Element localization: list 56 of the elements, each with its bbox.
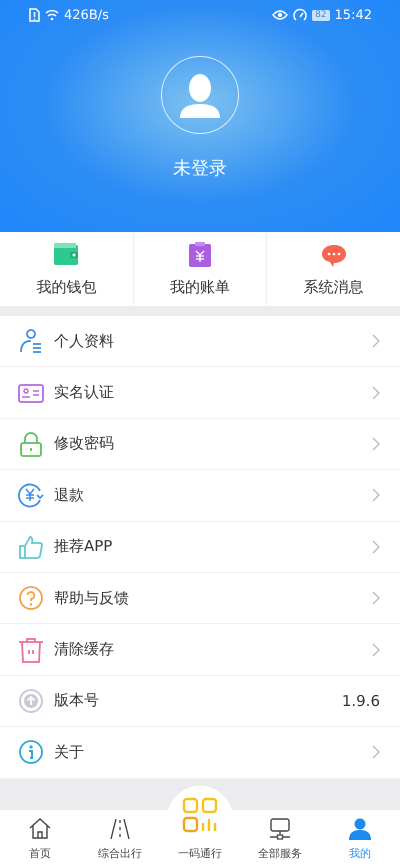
person-list-icon xyxy=(18,328,44,354)
qr-code-icon xyxy=(182,797,218,833)
menu-label: 版本号 xyxy=(54,691,100,710)
tab-item[interactable]: 我的 xyxy=(320,810,400,866)
menu-label: 个人资料 xyxy=(54,332,115,351)
monitor-icon xyxy=(268,817,292,841)
menu-item[interactable]: 版本号 1.9.6 xyxy=(0,676,400,728)
question-icon xyxy=(18,585,44,612)
chevron-right-icon xyxy=(372,488,380,502)
network-speed: 426B/s xyxy=(64,8,109,22)
menu-item[interactable]: 退款 xyxy=(0,470,400,522)
wifi-icon xyxy=(45,9,59,21)
chevron-right-icon xyxy=(372,386,380,400)
chevron-right-icon xyxy=(372,436,380,451)
menu-item[interactable]: 个人资料 xyxy=(0,316,400,368)
thumbs-up-icon xyxy=(18,534,44,560)
road-icon xyxy=(108,817,132,841)
person-icon xyxy=(178,72,222,118)
info-icon xyxy=(18,739,44,766)
eye-icon xyxy=(272,9,288,21)
login-status: 未登录 xyxy=(173,157,227,180)
menu-item[interactable]: 修改密码 xyxy=(0,418,400,470)
menu-item[interactable]: 推荐APP xyxy=(0,522,400,573)
menu-label: 推荐APP xyxy=(54,537,114,556)
menu-item[interactable]: 清除缓存 xyxy=(0,624,400,676)
version-number: 1.9.6 xyxy=(342,692,380,710)
chevron-right-icon xyxy=(372,642,380,657)
chevron-right-icon xyxy=(372,745,380,760)
tab-item[interactable]: 全部服务 xyxy=(240,810,320,866)
speedometer-icon xyxy=(293,8,308,22)
person-icon xyxy=(348,817,372,841)
wallet-icon xyxy=(53,242,80,268)
chevron-right-icon xyxy=(372,334,380,348)
house-icon xyxy=(28,817,52,841)
menu-label: 实名认证 xyxy=(54,383,115,402)
menu-item[interactable]: 关于 xyxy=(0,727,400,779)
menu-item[interactable]: 实名认证 xyxy=(0,367,400,419)
chevron-right-icon xyxy=(372,591,380,606)
yen-refund-icon xyxy=(18,482,44,508)
sim-alert-icon xyxy=(28,8,40,22)
menu-label: 清除缓存 xyxy=(54,640,115,660)
trash-icon xyxy=(18,636,44,663)
menu-item[interactable]: 帮助与反馈 xyxy=(0,572,400,624)
bill-icon xyxy=(187,242,213,268)
chevron-right-icon xyxy=(372,540,380,554)
battery-level: 82 xyxy=(312,10,330,20)
avatar-circle[interactable] xyxy=(161,56,239,134)
tab-item[interactable]: 综合出行 xyxy=(80,810,160,866)
chat-bubble-icon xyxy=(320,242,347,268)
clock-time: 15:42 xyxy=(334,8,372,22)
menu-label: 修改密码 xyxy=(54,434,115,454)
lock-icon xyxy=(18,430,44,457)
tab-item[interactable]: 首页 xyxy=(0,810,80,866)
menu-label: 帮助与反馈 xyxy=(54,588,130,608)
menu-label: 退款 xyxy=(54,486,85,505)
menu-label: 关于 xyxy=(54,742,85,762)
